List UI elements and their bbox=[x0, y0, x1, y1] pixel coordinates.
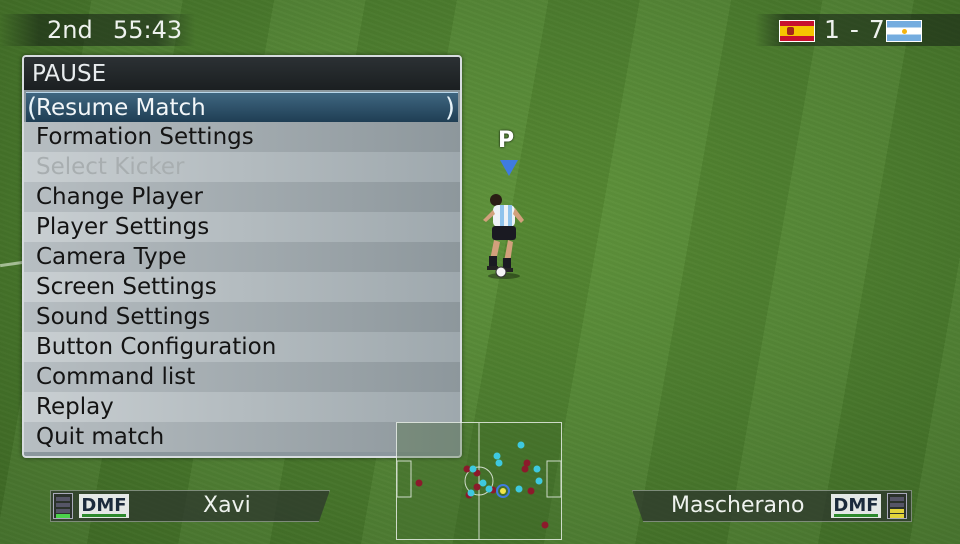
position-badge: DMF bbox=[79, 494, 129, 518]
radar-minimap bbox=[396, 422, 562, 540]
menu-item-quit-match[interactable]: Quit match bbox=[24, 422, 460, 452]
player-marker-arrow-icon bbox=[500, 160, 518, 176]
menu-item-label: Quit match bbox=[36, 424, 165, 450]
menu-item-label: Replay bbox=[36, 394, 114, 420]
away-player-bar: Mascherano DMF bbox=[632, 490, 912, 522]
menu-item-label: Sound Settings bbox=[36, 304, 211, 330]
match-clock: 55:43 bbox=[113, 16, 183, 44]
menu-item-formation-settings[interactable]: Formation Settings bbox=[24, 122, 460, 152]
stamina-gauge-icon bbox=[53, 493, 73, 519]
selection-bracket-right-icon: ) bbox=[444, 93, 455, 123]
home-team-dots bbox=[415, 459, 549, 529]
menu-item-label: Change Player bbox=[36, 184, 203, 210]
pause-menu-list: ( Resume Match ) Formation Settings Sele… bbox=[24, 92, 460, 452]
position-badge: DMF bbox=[831, 494, 881, 518]
menu-item-label: Resume Match bbox=[36, 95, 206, 121]
match-time-bar: 2nd 55:43 bbox=[0, 14, 195, 46]
menu-item-label: Camera Type bbox=[36, 244, 187, 270]
player-marker-label: P bbox=[498, 128, 515, 153]
home-player-bar: DMF Xavi bbox=[50, 490, 330, 522]
menu-item-sound-settings[interactable]: Sound Settings bbox=[24, 302, 460, 332]
selection-bracket-left-icon: ( bbox=[27, 93, 38, 123]
menu-item-change-player[interactable]: Change Player bbox=[24, 182, 460, 212]
menu-item-screen-settings[interactable]: Screen Settings bbox=[24, 272, 460, 302]
menu-item-label: Player Settings bbox=[36, 214, 210, 240]
stamina-gauge-icon bbox=[887, 493, 907, 519]
player-name: Mascherano bbox=[671, 493, 805, 518]
menu-item-label: Screen Settings bbox=[36, 274, 217, 300]
menu-item-player-settings[interactable]: Player Settings bbox=[24, 212, 460, 242]
spain-flag-icon bbox=[779, 20, 815, 42]
menu-item-resume-match[interactable]: ( Resume Match ) bbox=[26, 92, 458, 122]
menu-item-camera-type[interactable]: Camera Type bbox=[24, 242, 460, 272]
menu-item-label: Command list bbox=[36, 364, 196, 390]
radar-pitch bbox=[396, 423, 562, 539]
menu-item-command-list[interactable]: Command list bbox=[24, 362, 460, 392]
menu-item-label: Select Kicker bbox=[36, 154, 185, 180]
pause-menu-title: PAUSE bbox=[24, 57, 460, 90]
menu-item-replay[interactable]: Replay bbox=[24, 392, 460, 422]
menu-item-label: Formation Settings bbox=[36, 124, 254, 150]
argentina-flag-icon bbox=[886, 20, 922, 42]
ball-icon bbox=[500, 488, 506, 494]
menu-item-select-kicker: Select Kicker bbox=[24, 152, 460, 182]
footballer-sprite bbox=[483, 194, 524, 279]
player-name: Xavi bbox=[203, 493, 251, 518]
menu-item-button-configuration[interactable]: Button Configuration bbox=[24, 332, 460, 362]
pause-menu: PAUSE ( Resume Match ) Formation Setting… bbox=[22, 55, 462, 458]
score-text: 1 - 7 bbox=[824, 15, 886, 44]
half-indicator: 2nd bbox=[47, 16, 93, 44]
scoreboard: 1 - 7 bbox=[755, 14, 960, 46]
menu-item-label: Button Configuration bbox=[36, 334, 277, 360]
